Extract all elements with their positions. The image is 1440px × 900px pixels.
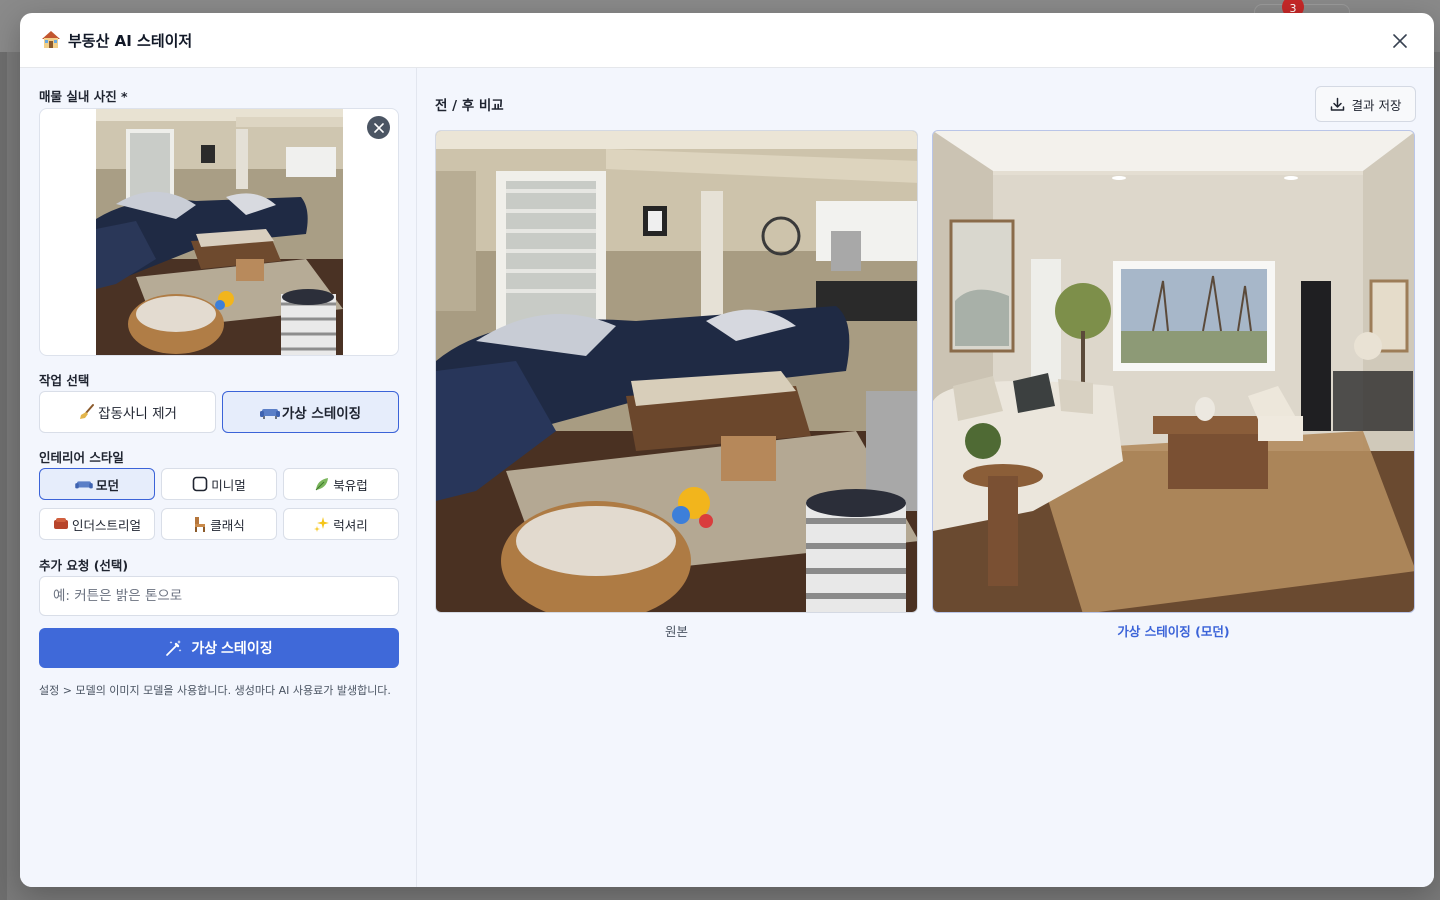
uploaded-photo xyxy=(96,109,343,355)
brick-icon xyxy=(53,517,69,531)
task-label: 작업 선택 xyxy=(39,373,90,388)
sparkles-icon xyxy=(314,516,330,532)
save-result-label: 결과 저장 xyxy=(1351,97,1402,113)
modal-body: 매물 실내 사진 * 작업 선택 잡동사니 제거 가상 스테이징 인테리어 스타… xyxy=(20,68,1434,887)
sofa-icon xyxy=(259,404,280,420)
style-industrial-button[interactable]: 인더스트리얼 xyxy=(39,508,155,540)
after-caption: 가상 스테이징 (모던) xyxy=(1117,624,1230,639)
style-classic-button[interactable]: 클래식 xyxy=(161,508,277,540)
style-classic-label: 클래식 xyxy=(210,517,245,533)
close-icon xyxy=(373,122,384,133)
chair-icon xyxy=(193,516,207,532)
before-image xyxy=(435,130,918,613)
task-declutter-label: 잡동사니 제거 xyxy=(98,406,177,422)
style-luxury-button[interactable]: 럭셔리 xyxy=(283,508,399,540)
background-sidebar xyxy=(0,52,7,900)
close-icon xyxy=(1393,34,1407,48)
style-minimal-label: 미니멀 xyxy=(211,477,246,493)
virtual-staging-submit-label: 가상 스테이징 xyxy=(191,640,273,656)
download-icon xyxy=(1330,97,1345,112)
settings-panel: 매물 실내 사진 * 작업 선택 잡동사니 제거 가상 스테이징 인테리어 스타… xyxy=(20,68,417,887)
leaf-icon xyxy=(314,476,330,492)
sofa-icon xyxy=(75,477,93,491)
style-minimal-button[interactable]: 미니멀 xyxy=(161,468,277,500)
square-icon xyxy=(192,476,208,492)
photo-upload-box[interactable] xyxy=(39,108,399,356)
save-result-button[interactable]: 결과 저장 xyxy=(1315,86,1416,122)
photo-label: 매물 실내 사진 * xyxy=(39,89,128,104)
additional-request-input[interactable] xyxy=(39,576,399,616)
comparison-title: 전 / 후 비교 xyxy=(435,98,504,114)
task-virtual-staging-button[interactable]: 가상 스테이징 xyxy=(222,391,399,433)
magic-wand-icon xyxy=(165,639,183,657)
task-virtual-staging-label: 가상 스테이징 xyxy=(281,406,362,422)
style-luxury-label: 럭셔리 xyxy=(333,517,368,533)
style-industrial-label: 인더스트리얼 xyxy=(71,517,141,533)
comparison-panel: 전 / 후 비교 결과 저장 원본 가상 스테이징 (모던) xyxy=(417,68,1434,887)
style-modern-button[interactable]: 모던 xyxy=(39,468,155,500)
virtual-staging-submit-button[interactable]: 가상 스테이징 xyxy=(39,628,399,668)
remove-photo-button[interactable] xyxy=(367,116,390,139)
modal-title: 부동산 AI 스테이저 xyxy=(68,31,193,50)
broom-icon xyxy=(78,403,96,421)
task-declutter-button[interactable]: 잡동사니 제거 xyxy=(39,391,216,433)
style-label: 인테리어 스타일 xyxy=(39,450,124,465)
close-button[interactable] xyxy=(1388,29,1412,53)
style-nordic-label: 북유럽 xyxy=(333,477,368,493)
request-label: 추가 요청 (선택) xyxy=(39,558,129,573)
house-icon xyxy=(40,28,62,50)
usage-footnote: 설정 > 모델의 이미지 모델을 사용합니다. 생성마다 AI 사용료가 발생합… xyxy=(39,684,391,697)
modal-header: 부동산 AI 스테이저 xyxy=(20,13,1434,68)
ai-stager-modal: 부동산 AI 스테이저 매물 실내 사진 * 작업 선택 잡동사니 제거 가상 … xyxy=(20,13,1434,887)
style-nordic-button[interactable]: 북유럽 xyxy=(283,468,399,500)
after-image xyxy=(932,130,1415,613)
before-caption: 원본 xyxy=(664,624,688,639)
style-modern-label: 모던 xyxy=(95,477,119,493)
